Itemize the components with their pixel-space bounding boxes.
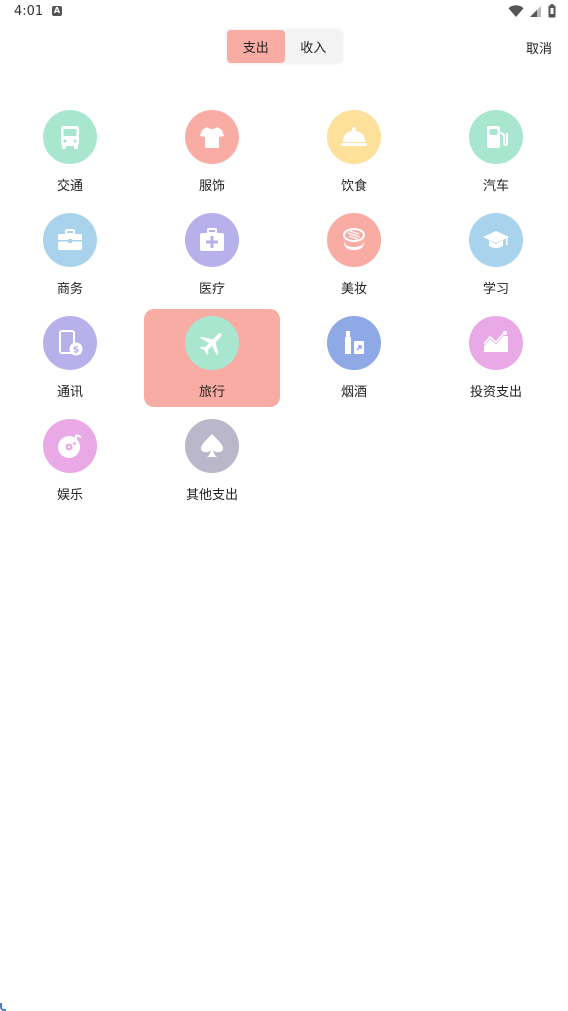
status-time: 4:01 [14,4,44,19]
category-medical[interactable]: 医疗 [144,206,280,304]
category-icon-bg [185,419,239,473]
expense-income-toggle: 支出 收入 [227,30,342,63]
category-travel[interactable]: 旅行 [144,309,280,407]
tab-expense[interactable]: 支出 [227,30,285,63]
category-label: 医疗 [198,282,225,297]
category-icon-bg [185,110,239,164]
tab-income[interactable]: 收入 [285,30,343,63]
category-car[interactable]: 汽车 [428,103,564,201]
category-icon-bg [469,110,523,164]
fuel-pump-icon [487,126,508,148]
category-label: 学习 [482,282,509,297]
music-disc-icon [58,434,82,458]
category-business[interactable]: 商务 [2,206,138,304]
category-icon-bg [327,316,381,370]
category-icon-bg [43,419,97,473]
category-label: 娱乐 [56,488,83,503]
category-label: 饮食 [340,179,367,194]
category-clothing[interactable]: 服饰 [144,103,280,201]
status-bar: 4:01 A [0,0,568,24]
category-tobacco-alcohol[interactable]: 烟酒 [286,309,422,407]
category-label: 商务 [56,282,83,297]
shirt-icon [200,127,224,148]
investment-chart-icon [483,331,508,352]
category-label: 投资支出 [469,385,522,400]
bus-icon [61,126,79,149]
svg-text:$: $ [73,346,79,356]
category-label: 汽车 [482,179,509,194]
category-icon-bg [327,110,381,164]
category-entertainment[interactable]: 娱乐 [2,412,138,510]
cancel-button[interactable]: 取消 [526,38,552,57]
category-icon-bg [43,213,97,267]
category-icon-bg [469,213,523,267]
wifi-icon [508,4,524,17]
spade-icon [200,434,224,457]
category-study[interactable]: 学习 [428,206,564,304]
category-transport[interactable]: 交通 [2,103,138,201]
screen-corner-indicator [0,1003,6,1011]
category-telecom[interactable]: $ 通讯 [2,309,138,407]
category-investment[interactable]: 投资支出 [428,309,564,407]
category-label: 美妆 [340,282,367,297]
makeup-compact-icon [343,228,365,250]
category-icon-bg [43,110,97,164]
status-icons [508,4,556,18]
category-label: 通讯 [56,385,83,400]
food-cloche-icon [341,127,367,146]
category-label: 服饰 [198,179,225,194]
medical-kit-icon [200,228,224,251]
bottle-icon [345,331,364,354]
category-label: 其他支出 [185,488,238,503]
category-food[interactable]: 饮食 [286,103,422,201]
graduation-cap-icon [483,231,509,248]
category-icon-bg [185,316,239,370]
category-label: 交通 [56,179,83,194]
category-label: 旅行 [198,385,225,400]
category-icon-bg [469,316,523,370]
phone-bill-icon: $ [59,330,83,356]
category-beauty[interactable]: 美妆 [286,206,422,304]
battery-icon [548,4,556,18]
signal-icon [530,5,541,17]
category-icon-bg [327,213,381,267]
category-other[interactable]: 其他支出 [144,412,280,510]
notification-icon: A [52,6,62,16]
briefcase-icon [58,229,82,250]
category-label: 烟酒 [340,385,367,400]
airplane-icon [199,333,222,356]
category-icon-bg [185,213,239,267]
category-icon-bg: $ [43,316,97,370]
